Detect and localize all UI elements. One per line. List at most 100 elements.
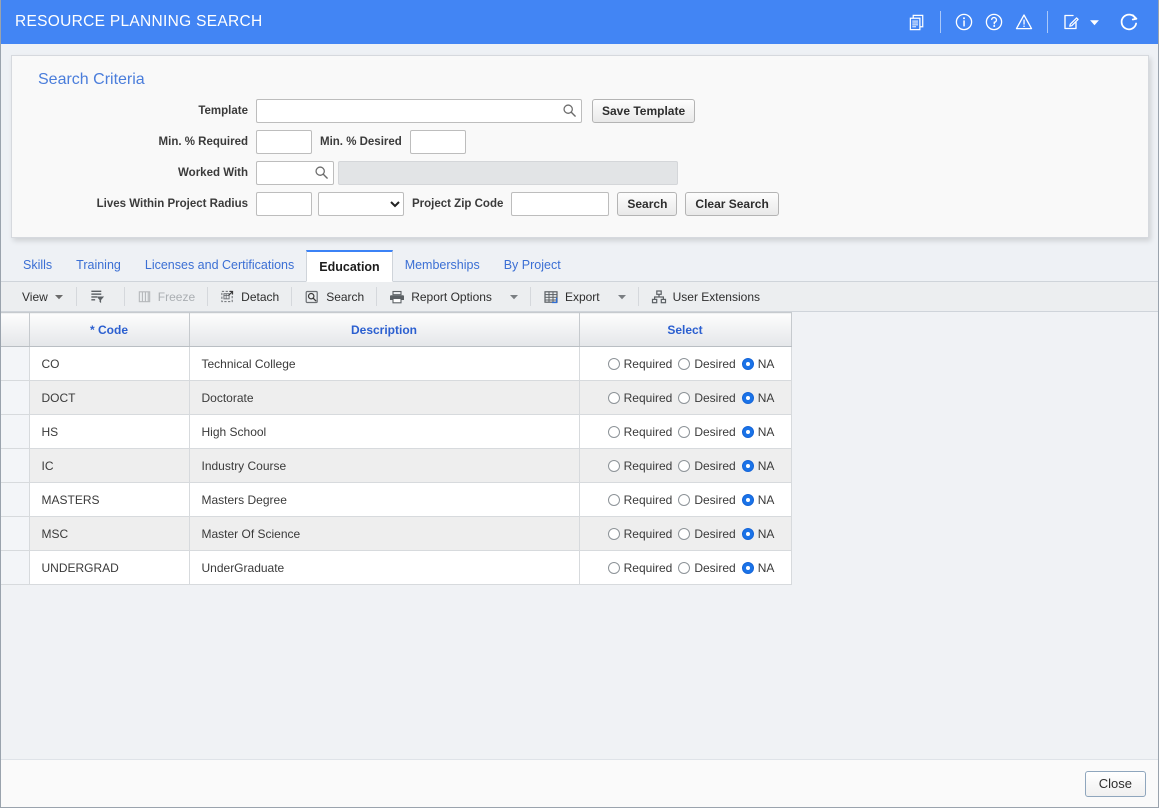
radio-desired[interactable]: Desired <box>678 527 736 541</box>
project-zip-input[interactable] <box>511 192 610 216</box>
radio-required-icon[interactable] <box>607 391 620 404</box>
radio-desired[interactable]: Desired <box>678 425 736 439</box>
radio-required-icon[interactable] <box>607 493 620 506</box>
documents-icon[interactable] <box>902 7 932 37</box>
annotate-dropdown-caret-icon[interactable] <box>1086 7 1102 37</box>
radio-required-icon[interactable] <box>607 459 620 472</box>
help-icon[interactable] <box>979 7 1009 37</box>
radio-na[interactable]: NA <box>741 391 774 405</box>
chevron-down-icon <box>54 292 64 302</box>
radio-na-icon[interactable] <box>741 391 754 404</box>
radio-required-icon[interactable] <box>607 561 620 574</box>
radio-required-icon[interactable] <box>607 527 620 540</box>
template-row: Template Save Template <box>26 99 1134 123</box>
row-selector-cell[interactable] <box>1 414 30 449</box>
detach-button[interactable]: Detach <box>211 283 288 311</box>
row-selector-cell[interactable] <box>1 516 30 551</box>
radio-desired-icon[interactable] <box>678 391 691 404</box>
row-selector-cell[interactable] <box>1 346 30 381</box>
hierarchy-icon <box>651 289 667 305</box>
radio-desired-icon[interactable] <box>678 425 691 438</box>
row-selector-cell[interactable] <box>1 550 30 585</box>
radio-na-icon[interactable] <box>741 357 754 370</box>
radio-desired-label: Desired <box>694 458 736 473</box>
radio-na-icon[interactable] <box>741 459 754 472</box>
radio-desired-icon[interactable] <box>678 459 691 472</box>
tab-education[interactable]: Education <box>306 250 393 282</box>
radio-desired-icon[interactable] <box>678 527 691 540</box>
min-desired-input[interactable] <box>409 130 466 154</box>
save-template-button[interactable]: Save Template <box>592 99 696 123</box>
radio-required[interactable]: Required <box>607 391 672 405</box>
radio-na-icon[interactable] <box>741 527 754 540</box>
tab-training[interactable]: Training <box>64 250 133 281</box>
table-row[interactable]: IC Industry Course Required Desired NA <box>1 448 792 483</box>
tab-memberships[interactable]: Memberships <box>393 250 492 281</box>
radio-desired[interactable]: Desired <box>678 458 736 473</box>
search-button[interactable]: Search <box>617 192 678 216</box>
radio-required[interactable]: Required <box>607 459 672 473</box>
annotate-icon[interactable] <box>1056 7 1086 37</box>
refresh-icon[interactable] <box>1114 7 1144 37</box>
radio-na[interactable]: NA <box>741 561 774 575</box>
worked-with-row: Worked With <box>26 161 1134 185</box>
radio-na-icon[interactable] <box>741 425 754 438</box>
table-row[interactable]: CO Technical College Required Desired NA <box>1 346 792 381</box>
column-header-select[interactable]: Select <box>579 312 792 347</box>
row-selector-cell[interactable] <box>1 448 30 483</box>
radio-required[interactable]: Required <box>607 357 672 371</box>
tab-skills[interactable]: Skills <box>11 250 64 281</box>
clear-search-button[interactable]: Clear Search <box>685 192 779 216</box>
close-button[interactable]: Close <box>1084 770 1146 797</box>
radio-na-icon[interactable] <box>741 493 754 506</box>
row-selector-cell[interactable] <box>1 482 30 517</box>
radio-desired[interactable]: Desired <box>678 561 736 575</box>
radio-na[interactable]: NA <box>741 357 774 371</box>
export-button[interactable]: Export <box>534 283 609 311</box>
radio-desired-icon[interactable] <box>678 561 691 574</box>
radio-required[interactable]: Required <box>607 527 672 541</box>
radio-na[interactable]: NA <box>741 425 774 439</box>
radio-required[interactable]: Required <box>607 561 672 575</box>
report-options-button[interactable]: Report Options <box>380 283 501 311</box>
title-bar-divider <box>940 11 941 33</box>
user-extensions-button[interactable]: User Extensions <box>642 283 769 311</box>
radio-desired[interactable]: Desired <box>678 493 736 507</box>
tab-licenses-and-certifications[interactable]: Licenses and Certifications <box>133 250 306 281</box>
warning-icon[interactable] <box>1009 7 1039 37</box>
radio-required-icon[interactable] <box>607 425 620 438</box>
row-selector-cell[interactable] <box>1 380 30 415</box>
query-by-example-button[interactable] <box>80 283 121 311</box>
radio-desired[interactable]: Desired <box>678 391 736 405</box>
project-radius-input[interactable] <box>256 192 312 216</box>
tab-by-project[interactable]: By Project <box>492 250 573 281</box>
radio-na[interactable]: NA <box>741 527 774 541</box>
min-required-input[interactable] <box>256 130 312 154</box>
radio-na-icon[interactable] <box>741 561 754 574</box>
worked-with-input[interactable] <box>256 161 334 185</box>
table-row[interactable]: HS High School Required Desired NA <box>1 414 792 449</box>
table-row[interactable]: MASTERS Masters Degree Required Desired … <box>1 482 792 517</box>
table-row[interactable]: MSC Master Of Science Required Desired N… <box>1 516 792 551</box>
radio-desired[interactable]: Desired <box>678 357 736 371</box>
grid-search-button[interactable]: Search <box>295 283 373 311</box>
table-row[interactable]: DOCT Doctorate Required Desired NA <box>1 380 792 415</box>
column-header-code[interactable]: * Code <box>29 312 190 347</box>
template-input[interactable] <box>256 99 582 123</box>
radio-na[interactable]: NA <box>741 493 774 507</box>
report-options-dropdown-caret-icon[interactable] <box>501 283 527 311</box>
project-radius-unit-select[interactable] <box>318 192 404 216</box>
radio-desired-icon[interactable] <box>678 493 691 506</box>
radio-na[interactable]: NA <box>741 459 774 473</box>
view-menu-button[interactable]: View <box>13 283 73 311</box>
column-header-description[interactable]: Description <box>189 312 580 347</box>
info-icon[interactable] <box>949 7 979 37</box>
table-row[interactable]: UNDERGRAD UnderGraduate Required Desired… <box>1 550 792 585</box>
radio-required-icon[interactable] <box>607 357 620 370</box>
radio-desired-icon[interactable] <box>678 357 691 370</box>
export-dropdown-caret-icon[interactable] <box>609 283 635 311</box>
cell-description: Industry Course <box>189 448 580 483</box>
radio-required[interactable]: Required <box>607 425 672 439</box>
radio-required[interactable]: Required <box>607 493 672 507</box>
search-criteria-panel: Search Criteria Template Save Template M… <box>11 55 1149 238</box>
